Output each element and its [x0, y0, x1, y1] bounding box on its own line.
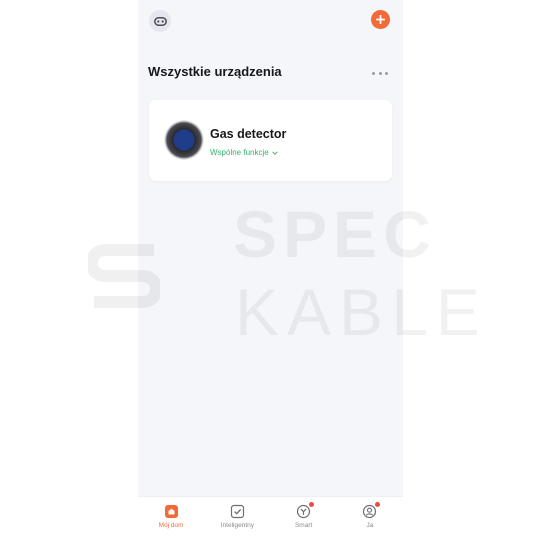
app-screen: Wszystkie urządzenia Gas detector Wspóln… [138, 0, 403, 540]
tab-me[interactable]: Ja [337, 497, 403, 540]
home-icon [164, 504, 179, 519]
bottom-tab-bar: Mój dom Inteligentny Smart Ja [138, 496, 403, 540]
chevron-down-icon [271, 150, 278, 155]
add-device-button[interactable] [371, 10, 390, 29]
shared-functions-link[interactable]: Wspólne funkcje [210, 148, 278, 157]
tab-intelligent[interactable]: Inteligentny [204, 497, 270, 540]
check-square-icon [230, 504, 245, 519]
more-options-button[interactable] [372, 72, 388, 76]
device-name: Gas detector [210, 127, 287, 141]
tab-my-home[interactable]: Mój dom [138, 497, 204, 540]
tab-label: Ja [366, 522, 374, 529]
more-dots-icon [372, 72, 375, 75]
home-switcher-button[interactable] [149, 10, 171, 32]
tab-label: Inteligentny [220, 522, 254, 529]
smart-icon [296, 502, 315, 519]
gas-detector-image [164, 120, 204, 160]
section-title: Wszystkie urządzenia [148, 64, 282, 79]
device-card[interactable]: Gas detector Wspólne funkcje [149, 100, 392, 181]
notification-badge [375, 502, 381, 507]
user-icon [362, 502, 381, 519]
notification-badge [309, 502, 315, 507]
tab-label: Smart [294, 522, 313, 529]
tab-smart[interactable]: Smart [271, 497, 337, 540]
gamepad-icon [153, 16, 167, 26]
plus-icon [376, 15, 385, 24]
shared-functions-label: Wspólne funkcje [210, 148, 269, 157]
top-bar [138, 0, 403, 40]
tab-label: Mój dom [158, 522, 184, 529]
